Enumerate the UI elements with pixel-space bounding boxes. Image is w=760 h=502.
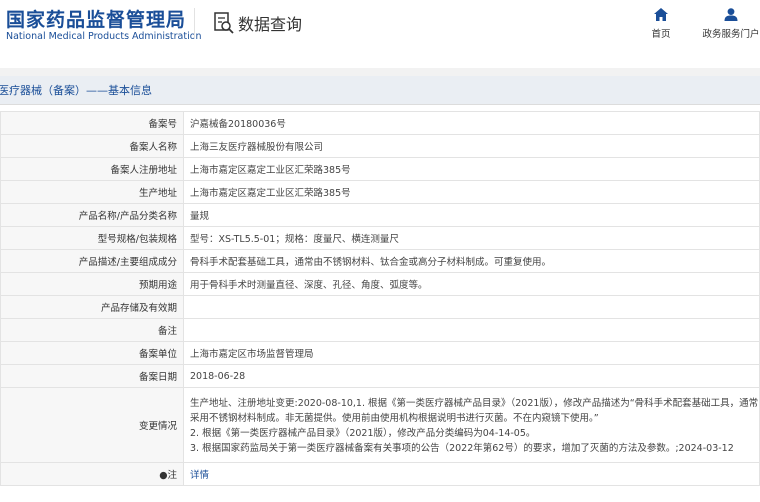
table-row: 生产地址 上海市嘉定区嘉定工业区汇荣路385号 — [0, 180, 760, 204]
row-label: 预期用途 — [0, 272, 184, 296]
row-value — [183, 295, 760, 319]
row-label: 备注 — [0, 318, 184, 342]
nav-home[interactable]: 首页 — [626, 8, 696, 40]
row-label: 产品描述/主要组成成分 — [0, 249, 184, 273]
note-label: 注 — [167, 470, 177, 481]
row-label: 型号规格/包装规格 — [0, 226, 184, 250]
record-info-table: 备案号 沪嘉械备20180036号 备案人名称 上海三友医疗器械股份有限公司 备… — [0, 111, 760, 486]
row-value: 用于骨科手术时测量直径、深度、孔径、角度、弧度等。 — [183, 272, 760, 296]
user-icon — [724, 8, 738, 21]
table-row: 预期用途 用于骨科手术时测量直径、深度、孔径、角度、弧度等。 — [0, 272, 760, 296]
change-line: 2. 根据《第一类医疗器械产品目录》（2021版），修改产品分类编码为04-14… — [190, 428, 536, 439]
row-value: 沪嘉械备20180036号 — [183, 111, 760, 135]
row-label: 变更情况 — [0, 387, 184, 463]
row-label: 生产地址 — [0, 180, 184, 204]
nav-portal-label: 政务服务门户 — [702, 29, 760, 40]
row-label: 产品存储及有效期 — [0, 295, 184, 319]
note-value: 详情 — [183, 462, 760, 486]
header-gap — [0, 68, 760, 76]
row-value: 2018-06-28 — [183, 364, 760, 388]
table-row: 产品存储及有效期 — [0, 295, 760, 319]
breadcrumb-text: 医疗器械（备案）——基本信息 — [0, 84, 152, 97]
row-label: 备案人名称 — [0, 134, 184, 158]
change-line: 生产地址、注册地址变更:2020-08-10,1. 根据《第一类医疗器械产品目录… — [190, 398, 760, 409]
row-value: 上海市嘉定区嘉定工业区汇荣路385号 — [183, 180, 760, 204]
table-row: 备注 — [0, 318, 760, 342]
table-row: 备案单位 上海市嘉定区市场监督管理局 — [0, 341, 760, 365]
site-header: 国家药品监督管理局 National Medical Products Admi… — [0, 0, 760, 68]
table-row: 备案号 沪嘉械备20180036号 — [0, 111, 760, 135]
home-icon — [654, 8, 668, 21]
row-label: 备案号 — [0, 111, 184, 135]
row-value: 上海市嘉定区嘉定工业区汇荣路385号 — [183, 157, 760, 181]
document-search-icon — [214, 12, 234, 34]
change-history-value: 生产地址、注册地址变更:2020-08-10,1. 根据《第一类医疗器械产品目录… — [183, 387, 760, 463]
change-line: 3. 根据国家药监局关于第一类医疗器械备案有关事项的公告（2022年第62号）的… — [190, 443, 734, 454]
row-label: 备案单位 — [0, 341, 184, 365]
row-value: 型号：XS-TL5.5-01；规格：度量尺、横连测量尺 — [183, 226, 760, 250]
table-row: 备案人名称 上海三友医疗器械股份有限公司 — [0, 134, 760, 158]
data-query-title: 数据查询 — [238, 15, 303, 34]
table-row: 产品描述/主要组成成分 骨科手术配套基础工具，通常由不锈钢材料、钛合金或高分子材… — [0, 249, 760, 273]
table-row-note: ●注 详情 — [0, 462, 760, 486]
site-logo-title[interactable]: 国家药品监督管理局 — [6, 5, 186, 32]
row-label: 备案人注册地址 — [0, 157, 184, 181]
change-line: 采用不锈钢材料制成。非无菌提供。使用前由使用机构根据说明书进行灭菌。不在内窥镜下… — [190, 413, 599, 424]
details-link[interactable]: 详情 — [190, 470, 209, 481]
table-row: 备案日期 2018-06-28 — [0, 364, 760, 388]
site-logo-subtitle: National Medical Products Administration — [6, 31, 202, 42]
row-value — [183, 318, 760, 342]
table-row: 备案人注册地址 上海市嘉定区嘉定工业区汇荣路385号 — [0, 157, 760, 181]
breadcrumb: 医疗器械（备案）——基本信息 — [0, 76, 760, 105]
table-row-change-history: 变更情况 生产地址、注册地址变更:2020-08-10,1. 根据《第一类医疗器… — [0, 387, 760, 463]
table-row: 产品名称/产品分类名称 量规 — [0, 203, 760, 227]
nav-government-portal[interactable]: 政务服务门户 — [696, 8, 760, 40]
row-value: 上海三友医疗器械股份有限公司 — [183, 134, 760, 158]
table-row: 型号规格/包装规格 型号：XS-TL5.5-01；规格：度量尺、横连测量尺 — [0, 226, 760, 250]
data-query-heading: 数据查询 — [214, 11, 302, 35]
row-value: 骨科手术配套基础工具，通常由不锈钢材料、钛合金或高分子材料制成。可重复使用。 — [183, 249, 760, 273]
header-divider — [194, 8, 195, 38]
note-label-cell: ●注 — [0, 462, 184, 486]
nav-home-label: 首页 — [651, 29, 671, 40]
row-value: 量规 — [183, 203, 760, 227]
row-label: 备案日期 — [0, 364, 184, 388]
row-label: 产品名称/产品分类名称 — [0, 203, 184, 227]
row-value: 上海市嘉定区市场监督管理局 — [183, 341, 760, 365]
